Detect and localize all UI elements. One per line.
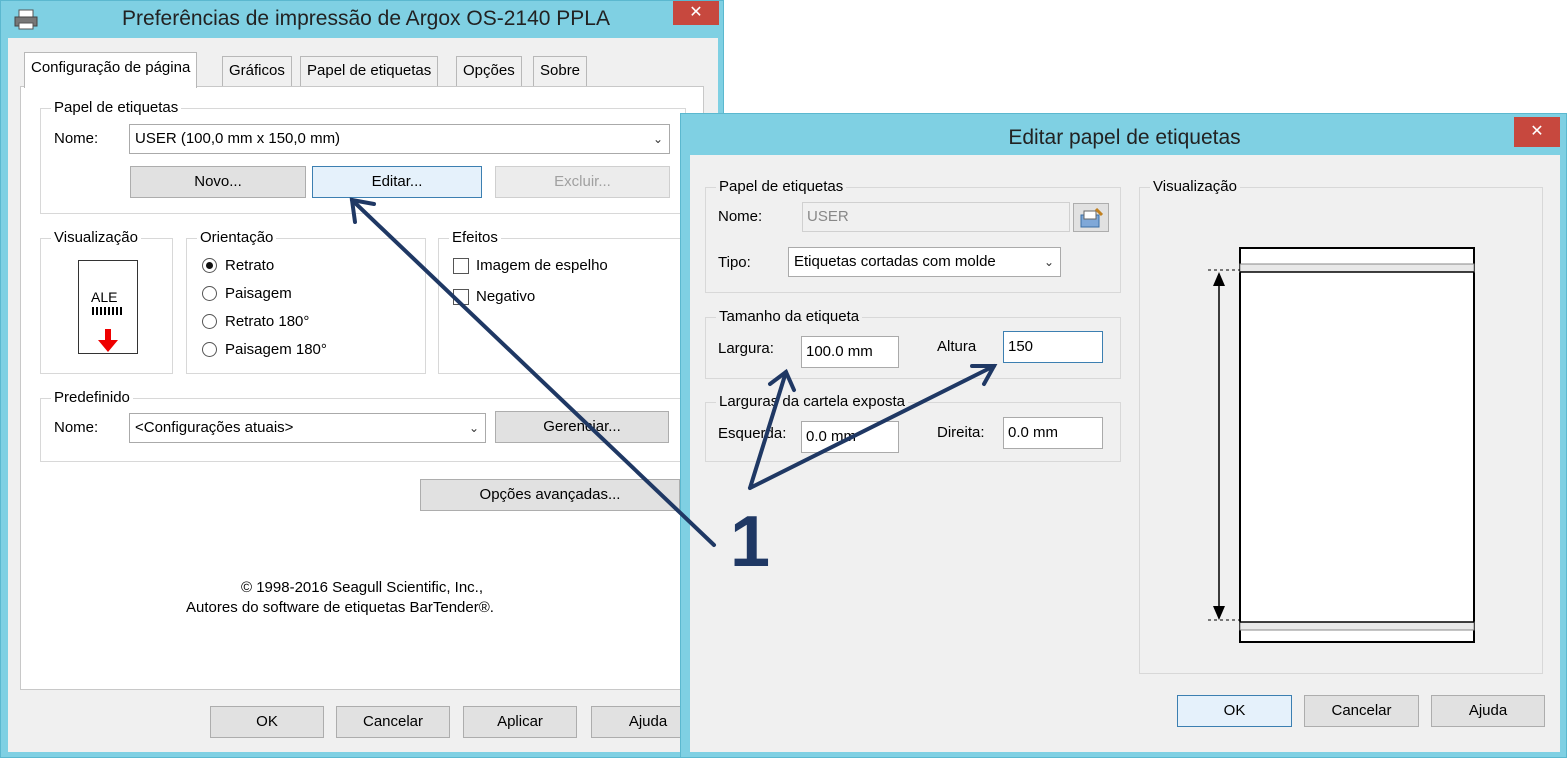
tab-page-setup[interactable]: Configuração de página <box>24 52 198 88</box>
annotation-number: 1 <box>730 502 771 582</box>
annotation-arrows <box>349 197 998 547</box>
